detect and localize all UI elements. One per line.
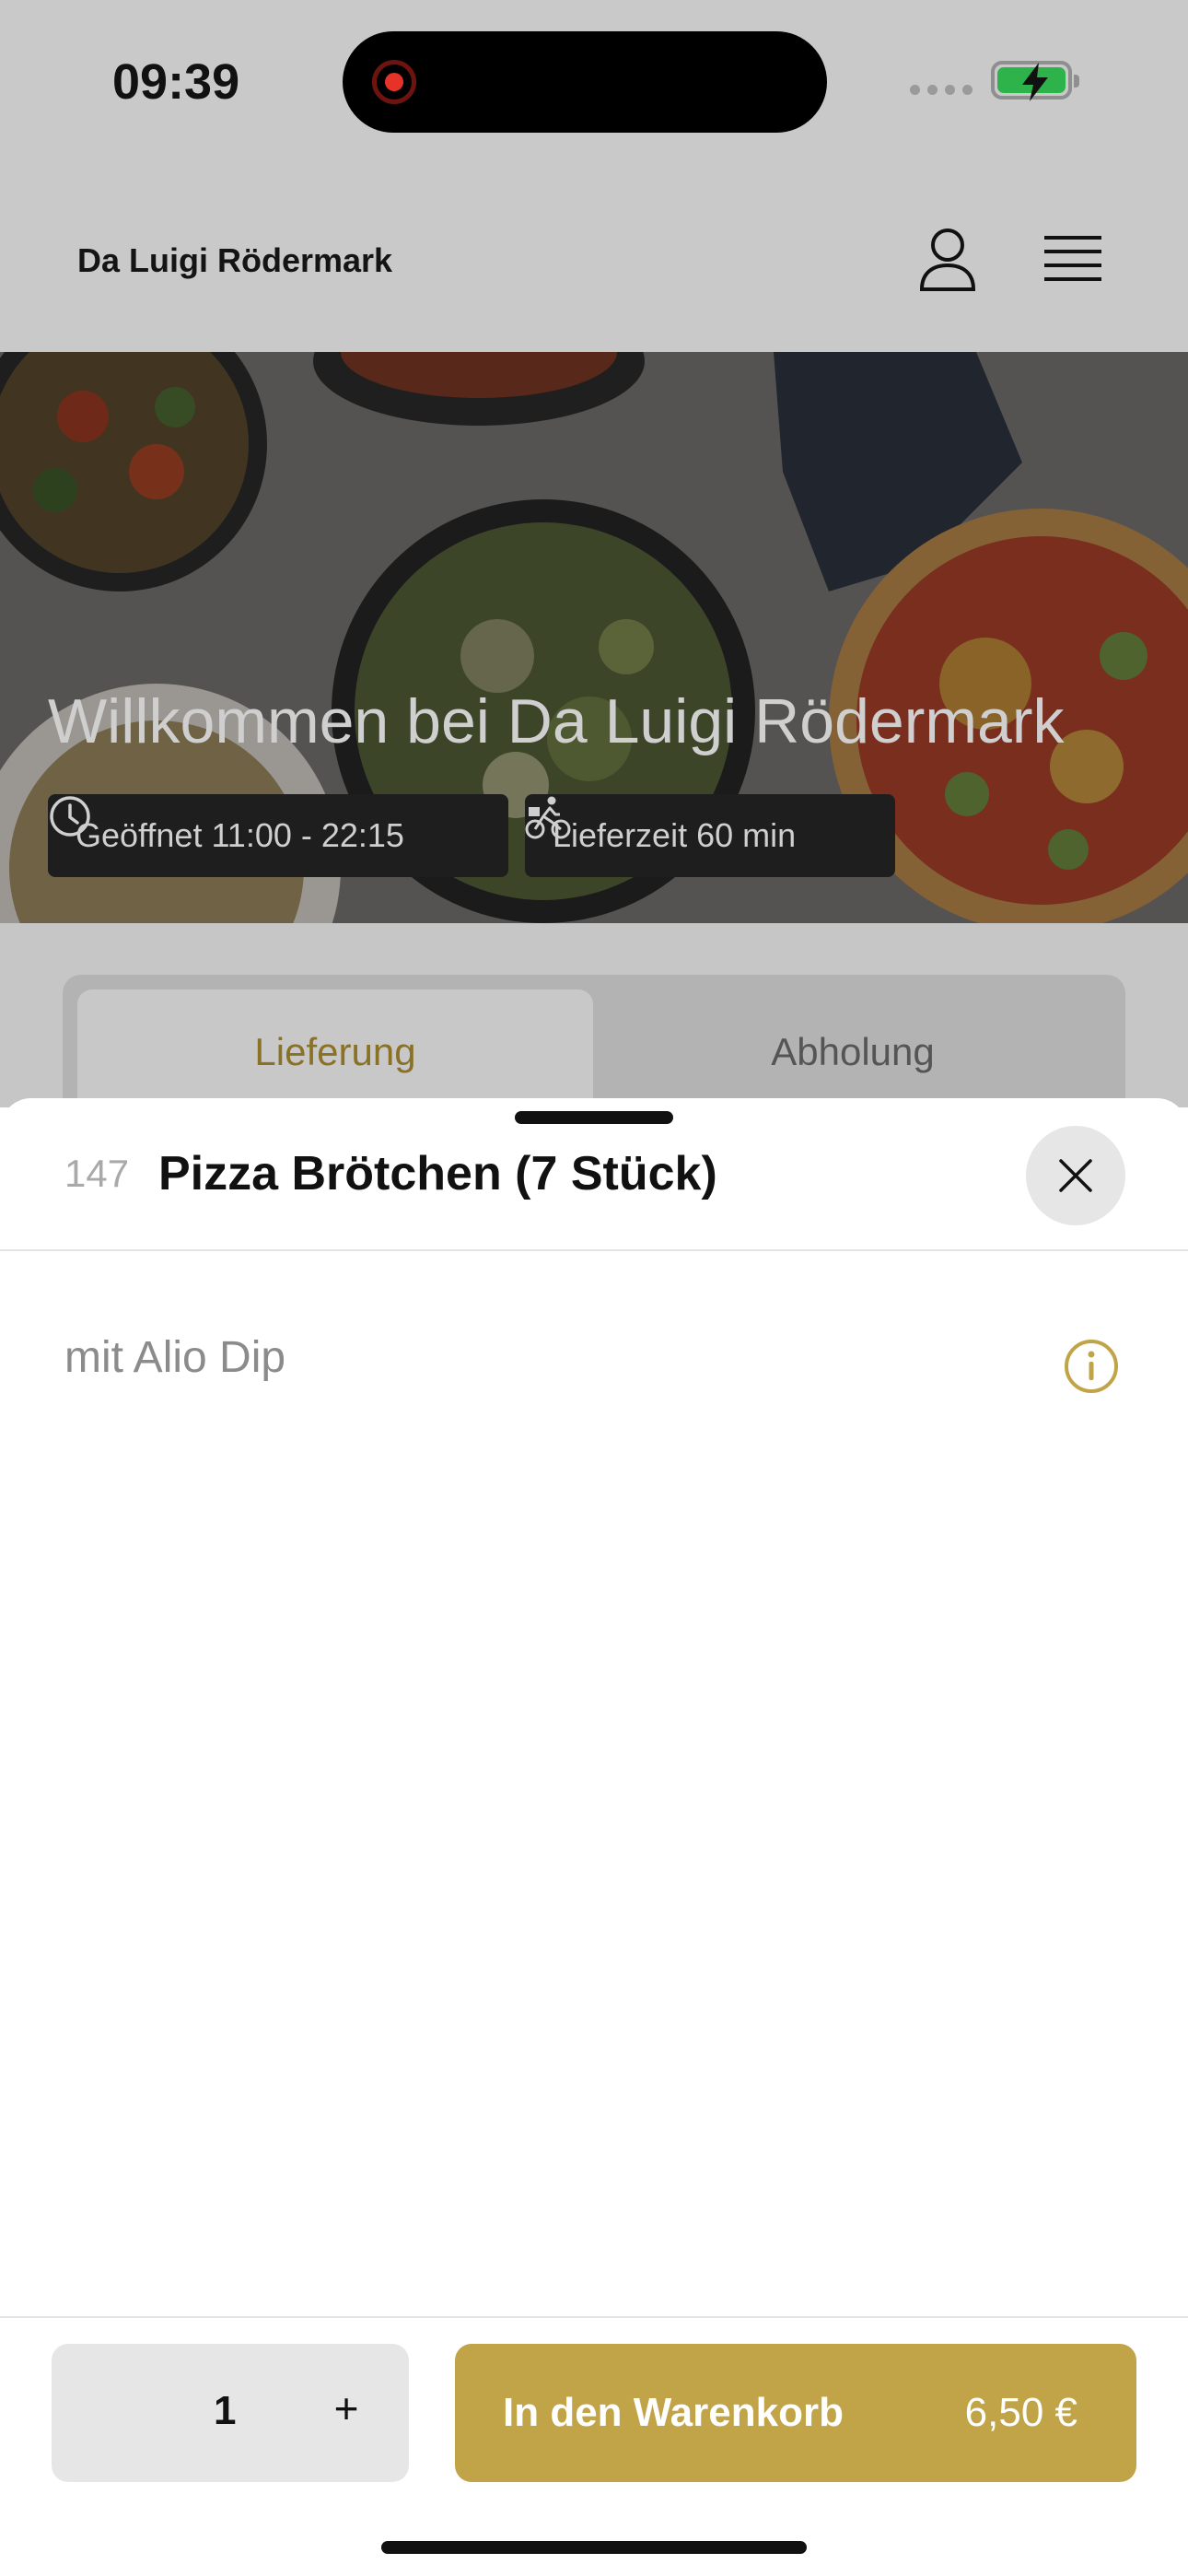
item-price: 6,50 € — [964, 2390, 1077, 2435]
add-to-cart-label: In den Warenkorb — [503, 2390, 844, 2435]
hero-title: Willkommen bei Da Luigi Rödermark — [48, 686, 1065, 756]
opening-hours-text: Geöffnet 11:00 - 22:15 — [76, 816, 404, 854]
opening-hours-badge: Geöffnet 11:00 - 22:15 — [48, 794, 508, 877]
page-content: Lieferung Abholung — [0, 923, 1188, 1128]
header-divider — [0, 1249, 1188, 1251]
dynamic-island — [343, 31, 827, 133]
add-to-cart-button[interactable]: In den Warenkorb 6,50 € — [455, 2344, 1136, 2482]
restaurant-name: Da Luigi Rödermark — [77, 241, 393, 279]
increase-quantity-button[interactable]: + — [319, 2381, 374, 2436]
user-icon[interactable] — [917, 227, 978, 298]
quantity-stepper: 1 + — [52, 2344, 409, 2482]
clock-icon — [50, 796, 90, 837]
battery-charging-icon — [991, 61, 1079, 101]
close-icon — [1059, 1159, 1092, 1192]
info-icon[interactable] — [1063, 1338, 1120, 1399]
signal-icon — [910, 85, 973, 96]
footer-divider — [0, 2316, 1188, 2318]
app-header: Da Luigi Rödermark — [0, 175, 1188, 352]
status-bar: 09:39 — [0, 0, 1188, 175]
home-indicator — [381, 2541, 807, 2554]
hero-banner: Willkommen bei Da Luigi Rödermark Geöffn… — [0, 352, 1188, 923]
item-description: mit Alio Dip — [64, 1333, 286, 1382]
menu-icon[interactable] — [1042, 232, 1103, 292]
bicycle-icon — [525, 796, 571, 839]
sheet-grabber[interactable] — [515, 1111, 673, 1124]
item-number: 147 — [64, 1152, 130, 1195]
item-title: Pizza Brötchen (7 Stück) — [158, 1147, 717, 1200]
quantity-value: 1 — [214, 2388, 237, 2433]
status-time: 09:39 — [112, 54, 240, 110]
delivery-time-text: Lieferzeit 60 min — [553, 816, 797, 854]
product-bottom-sheet: 147 Pizza Brötchen (7 Stück) mit Alio Di… — [0, 1098, 1188, 2576]
close-button[interactable] — [1026, 1126, 1125, 1225]
delivery-time-badge: Lieferzeit 60 min — [525, 794, 895, 877]
recording-indicator-icon — [372, 60, 416, 104]
